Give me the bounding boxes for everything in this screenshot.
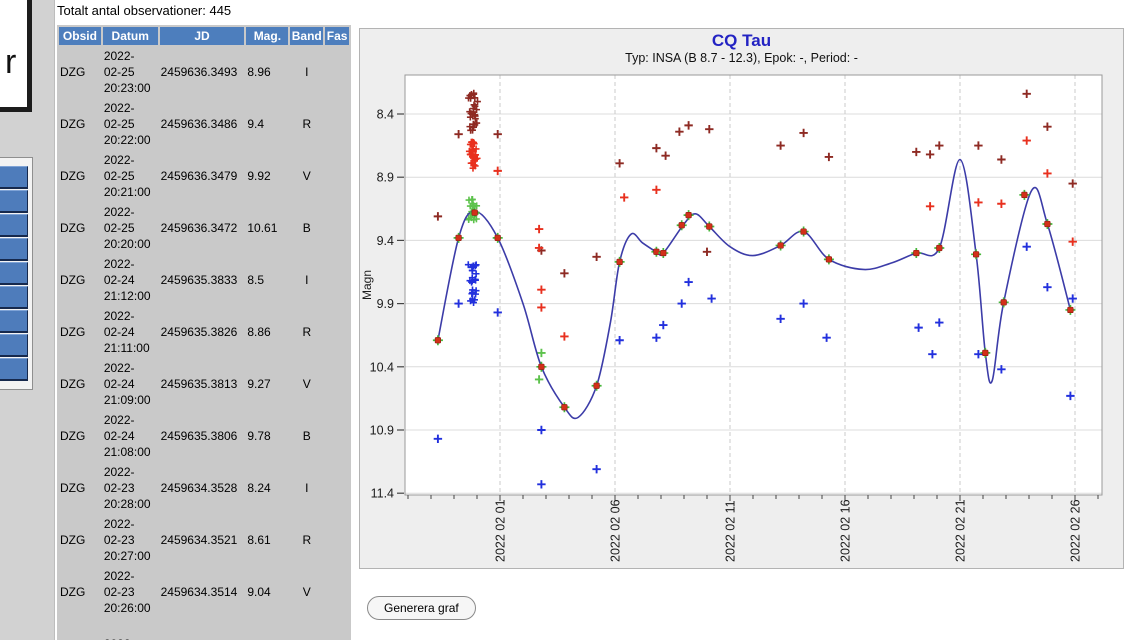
mean-point (562, 404, 568, 410)
mean-point (495, 235, 501, 241)
y-tick-label: 8.4 (377, 108, 394, 122)
mean-point (435, 337, 441, 343)
mean-point (661, 250, 667, 256)
y-axis-label: Magn (360, 270, 374, 300)
lightcurve-chart: 8.4 8.9 9.4 9.9 10.4 10.9 11.4 2022 02 01 2022 0… (0, 0, 1136, 640)
x-tick-label: 2022 02 06 (609, 499, 623, 562)
mean-point (539, 364, 545, 370)
y-tick-label: 9.4 (377, 234, 394, 248)
mean-point (472, 210, 478, 216)
mean-point (983, 350, 989, 356)
mean-point (617, 259, 623, 265)
x-tick-label: 2022 02 16 (839, 499, 853, 562)
mean-point (679, 222, 685, 228)
mean-point (686, 212, 692, 218)
mean-point (1022, 192, 1028, 198)
x-tick-label: 2022 02 26 (1069, 499, 1083, 562)
y-tick-label: 9.9 (377, 297, 394, 311)
y-tick-label: 8.9 (377, 171, 394, 185)
page: r Totalt antal observationer: 445 ObsidD… (0, 0, 1136, 640)
mean-point (456, 235, 462, 241)
x-tick-label: 2022 02 11 (724, 500, 738, 562)
mean-point (801, 229, 807, 235)
generate-graph-button[interactable]: Generera graf (367, 596, 476, 620)
mean-point (937, 245, 943, 251)
mean-point (1045, 221, 1051, 227)
plot-area (405, 75, 1102, 495)
mean-point (707, 224, 713, 230)
x-tick-label: 2022 02 21 (954, 499, 968, 562)
mean-point (594, 383, 600, 389)
y-tick-label: 10.4 (370, 360, 394, 374)
y-tick-label: 10.9 (370, 424, 394, 438)
y-tick-label: 11.4 (371, 487, 394, 501)
mean-point (914, 250, 920, 256)
mean-point (1068, 307, 1074, 313)
mean-point (778, 243, 784, 249)
mean-point (1001, 300, 1007, 306)
x-tick-label: 2022 02 01 (494, 499, 508, 562)
mean-point (826, 257, 832, 263)
mean-point (973, 252, 979, 258)
